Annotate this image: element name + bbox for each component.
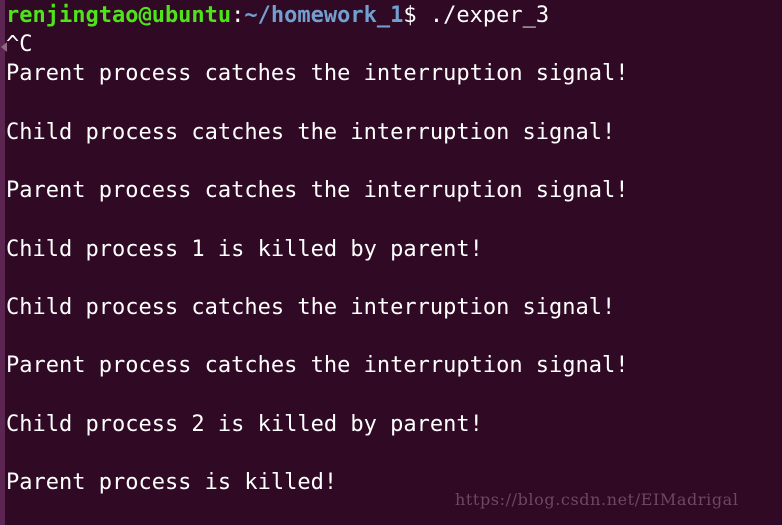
interrupt-echo-line: ^C	[6, 32, 33, 58]
scrollbar-thumb[interactable]	[0, 0, 5, 525]
prompt-user-host: renjingtao@ubuntu	[6, 3, 232, 28]
output-line: Child process 1 is killed by parent!	[6, 236, 483, 262]
prompt-command: $ ./exper_3	[403, 3, 550, 28]
output-line: Child process 2 is killed by parent!	[6, 411, 483, 437]
output-line: Child process catches the interruption s…	[6, 119, 616, 145]
output-line-blank	[6, 147, 782, 176]
prompt-path: ~/homework_1	[244, 3, 404, 28]
output-line-blank	[6, 439, 782, 468]
output-line-blank	[6, 380, 782, 409]
scrollbar-track[interactable]	[0, 0, 5, 525]
output-line: Parent process catches the interruption …	[6, 353, 629, 379]
watermark-text: https://blog.csdn.net/EIMadrigal	[455, 490, 739, 509]
prompt-line: renjingtao@ubuntu:~/homework_1$ ./exper_…	[6, 1, 782, 30]
output-line-blank	[6, 264, 782, 293]
terminal-window: renjingtao@ubuntu:~/homework_1$ ./exper_…	[0, 0, 782, 525]
output-line: Parent process catches the interruption …	[6, 61, 629, 87]
terminal-screen[interactable]: renjingtao@ubuntu:~/homework_1$ ./exper_…	[6, 0, 782, 525]
output-line-blank	[6, 322, 782, 351]
prompt-separator: :	[231, 3, 245, 28]
output-line: Child process catches the interruption s…	[6, 294, 616, 320]
output-line: Parent process catches the interruption …	[6, 178, 629, 204]
output-line-blank	[6, 205, 782, 234]
output-line-blank	[6, 89, 782, 118]
